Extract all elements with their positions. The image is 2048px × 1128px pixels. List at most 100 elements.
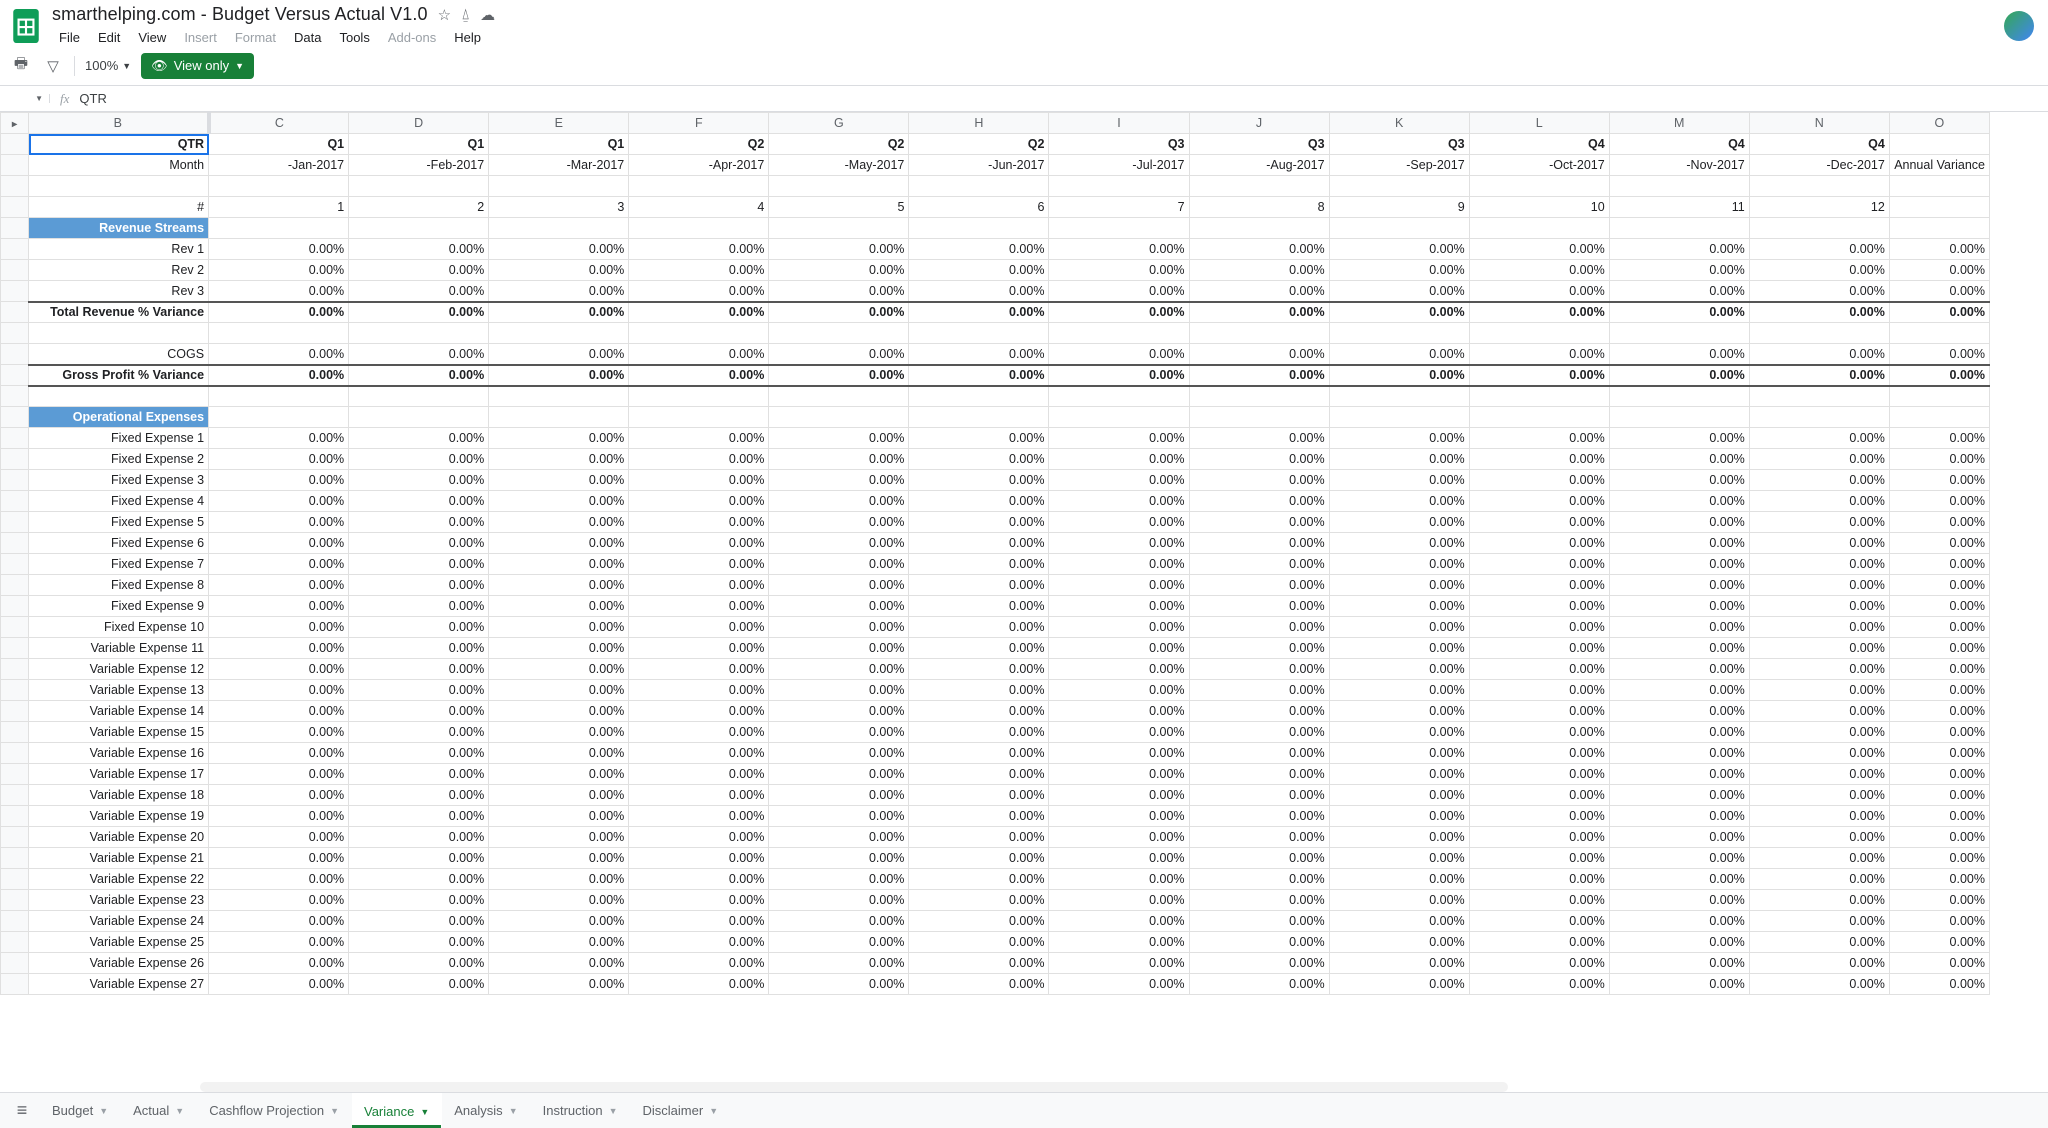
cell[interactable]: 0.00%	[1329, 701, 1469, 722]
menu-view[interactable]: View	[131, 27, 173, 48]
cell[interactable]: 0.00%	[209, 659, 349, 680]
cell[interactable]: 0.00%	[1889, 869, 1989, 890]
cell[interactable]: 0.00%	[1889, 365, 1989, 386]
cell[interactable]: 0.00%	[1189, 491, 1329, 512]
sheet-tab-variance[interactable]: Variance▼	[352, 1093, 442, 1128]
cell[interactable]: -Nov-2017	[1609, 155, 1749, 176]
chevron-down-icon[interactable]: ▼	[420, 1107, 429, 1117]
cell[interactable]: 0.00%	[489, 932, 629, 953]
cell[interactable]: -May-2017	[769, 155, 909, 176]
row-label[interactable]: Variable Expense 24	[29, 911, 209, 932]
sheet-tab-budget[interactable]: Budget▼	[40, 1093, 121, 1128]
cell[interactable]: 0.00%	[349, 848, 489, 869]
cell[interactable]: -Oct-2017	[1469, 155, 1609, 176]
cell[interactable]: 0.00%	[1609, 575, 1749, 596]
cloud-icon[interactable]: ☁	[480, 6, 495, 24]
cell[interactable]: 0.00%	[769, 470, 909, 491]
cell[interactable]: 0.00%	[1889, 344, 1989, 365]
cell[interactable]: 0.00%	[349, 680, 489, 701]
row-header[interactable]	[1, 680, 29, 701]
select-all-corner[interactable]	[1, 113, 29, 134]
cell[interactable]: 0.00%	[629, 659, 769, 680]
row-header[interactable]	[1, 596, 29, 617]
cell[interactable]: Q1	[489, 134, 629, 155]
cell[interactable]: 0.00%	[1189, 260, 1329, 281]
cell[interactable]	[769, 323, 909, 344]
cell[interactable]: 0.00%	[1049, 428, 1189, 449]
cell[interactable]: 0.00%	[769, 827, 909, 848]
cell[interactable]: 0.00%	[1049, 932, 1189, 953]
cell[interactable]: 0.00%	[1189, 365, 1329, 386]
cell[interactable]: 0.00%	[1749, 932, 1889, 953]
cell[interactable]: 0.00%	[1749, 239, 1889, 260]
cell[interactable]: 0.00%	[1469, 953, 1609, 974]
cell[interactable]: 0.00%	[1749, 344, 1889, 365]
cell[interactable]: 0.00%	[909, 512, 1049, 533]
cell[interactable]	[1749, 386, 1889, 407]
cell[interactable]	[909, 386, 1049, 407]
cell[interactable]: Q4	[1469, 134, 1609, 155]
row-label[interactable]: Variable Expense 25	[29, 932, 209, 953]
row-header[interactable]	[1, 365, 29, 386]
cell[interactable]: 0.00%	[209, 491, 349, 512]
cell[interactable]: 0.00%	[349, 911, 489, 932]
cell[interactable]: 0.00%	[349, 533, 489, 554]
cell[interactable]: Q2	[769, 134, 909, 155]
cell[interactable]: 0.00%	[1609, 659, 1749, 680]
view-only-button[interactable]: 👁 View only ▼	[141, 53, 254, 79]
cell[interactable]: 0.00%	[1049, 638, 1189, 659]
row-header[interactable]	[1, 638, 29, 659]
cell[interactable]: 0.00%	[629, 428, 769, 449]
cell[interactable]: 0.00%	[1049, 260, 1189, 281]
row-header[interactable]	[1, 974, 29, 995]
cell[interactable]	[1469, 218, 1609, 239]
cell[interactable]: 7	[1049, 197, 1189, 218]
cell[interactable]: 0.00%	[629, 260, 769, 281]
cell[interactable]: 0.00%	[1049, 974, 1189, 995]
cell[interactable]: 0.00%	[1049, 806, 1189, 827]
column-header-E[interactable]: E	[489, 113, 629, 134]
row-label[interactable]: Variable Expense 14	[29, 701, 209, 722]
cell[interactable]: 0.00%	[209, 575, 349, 596]
cell[interactable]: 0.00%	[1749, 743, 1889, 764]
cell[interactable]: 0.00%	[209, 953, 349, 974]
cell[interactable]	[1889, 218, 1989, 239]
cell[interactable]: 0.00%	[349, 806, 489, 827]
column-header-D[interactable]: D	[349, 113, 489, 134]
column-header-B[interactable]: B	[29, 113, 209, 134]
cell[interactable]: 0.00%	[1049, 533, 1189, 554]
cell[interactable]	[1469, 323, 1609, 344]
sheets-logo-icon[interactable]	[10, 5, 42, 47]
column-header-O[interactable]: O	[1889, 113, 1989, 134]
cell[interactable]: 0.00%	[1189, 302, 1329, 323]
cell[interactable]: 0.00%	[1749, 911, 1889, 932]
cell[interactable]: 0.00%	[349, 365, 489, 386]
cell[interactable]: 0.00%	[769, 365, 909, 386]
chevron-down-icon[interactable]: ▼	[175, 1106, 184, 1116]
cell[interactable]: -Feb-2017	[349, 155, 489, 176]
cell[interactable]: 0.00%	[1749, 638, 1889, 659]
cell[interactable]	[489, 407, 629, 428]
cell[interactable]: 0.00%	[769, 344, 909, 365]
cell[interactable]: 0.00%	[1329, 743, 1469, 764]
cell[interactable]: 0.00%	[1609, 428, 1749, 449]
cell[interactable]: 0.00%	[1469, 764, 1609, 785]
cell[interactable]: 0.00%	[489, 806, 629, 827]
cell[interactable]: 0.00%	[1889, 659, 1989, 680]
chevron-down-icon[interactable]: ▼	[609, 1106, 618, 1116]
cell[interactable]: 0.00%	[629, 596, 769, 617]
cell[interactable]: 0.00%	[1749, 785, 1889, 806]
cell[interactable]: 0.00%	[909, 827, 1049, 848]
cell[interactable]	[1329, 407, 1469, 428]
cell[interactable]: 0.00%	[769, 554, 909, 575]
cell[interactable]: Q1	[349, 134, 489, 155]
row-label[interactable]: Variable Expense 17	[29, 764, 209, 785]
cell[interactable]: 0.00%	[1889, 722, 1989, 743]
row-label[interactable]: QTR	[29, 134, 209, 155]
cell[interactable]: 0.00%	[1609, 722, 1749, 743]
cell[interactable]	[349, 176, 489, 197]
cell[interactable]: 10	[1469, 197, 1609, 218]
cell[interactable]: 0.00%	[1889, 911, 1989, 932]
cell[interactable]: 0.00%	[209, 428, 349, 449]
cell[interactable]: 0.00%	[1749, 554, 1889, 575]
